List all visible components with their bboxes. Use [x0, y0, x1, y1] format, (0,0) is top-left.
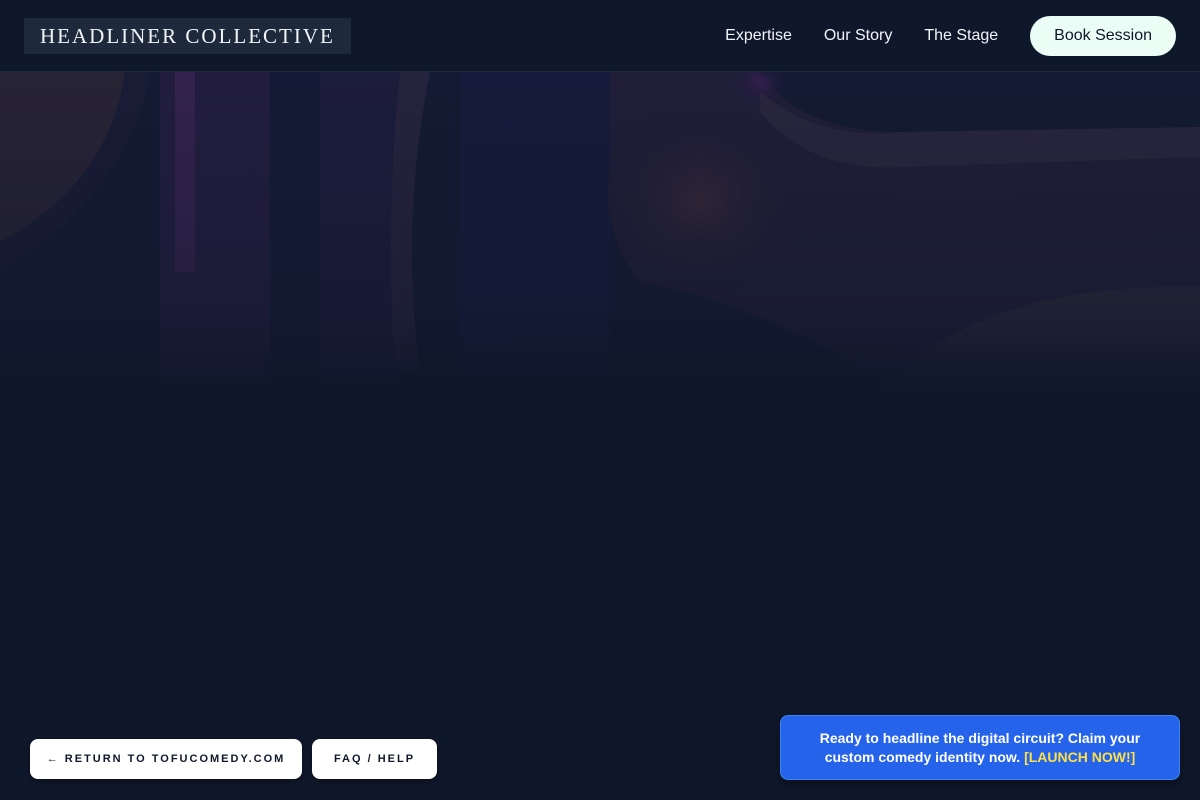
nav-link-expertise[interactable]: Expertise	[725, 27, 792, 45]
brand-logo[interactable]: HEADLINER COLLECTIVE	[24, 18, 351, 54]
nav-link-the-stage[interactable]: The Stage	[924, 27, 998, 45]
hero-background-image	[0, 72, 1200, 392]
site-header: HEADLINER COLLECTIVE Expertise Our Story…	[0, 0, 1200, 72]
return-to-site-button[interactable]: ← RETURN TO TOFUCOMEDY.COM	[30, 739, 302, 779]
promo-banner[interactable]: Ready to headline the digital circuit? C…	[780, 715, 1180, 780]
nav-link-our-story[interactable]: Our Story	[824, 27, 892, 45]
main-nav: Expertise Our Story The Stage Book Sessi…	[725, 16, 1176, 56]
launch-now-link[interactable]: [LAUNCH NOW!]	[1024, 749, 1135, 765]
landing-page: HEADLINER COLLECTIVE Expertise Our Story…	[0, 0, 1200, 800]
book-session-button[interactable]: Book Session	[1030, 16, 1176, 56]
faq-help-button[interactable]: FAQ / HELP	[312, 739, 437, 779]
